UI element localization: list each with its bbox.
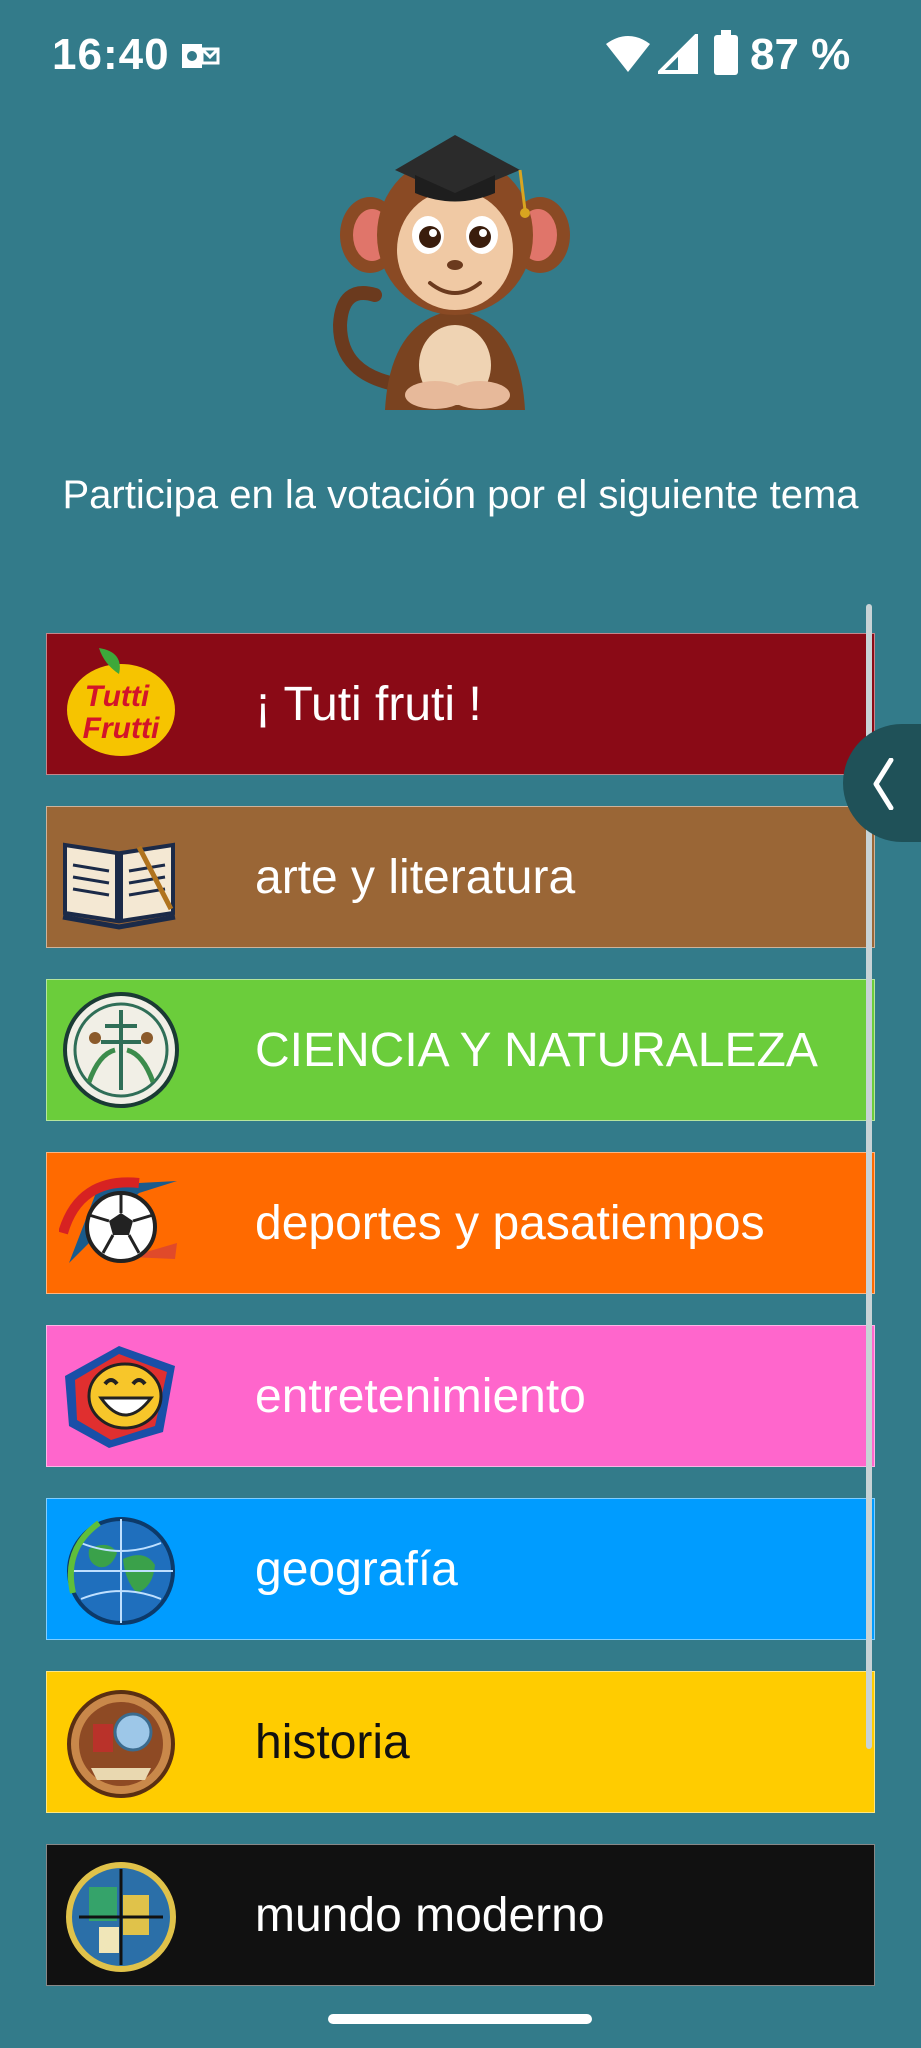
- home-indicator[interactable]: [328, 2014, 592, 2024]
- battery-percentage: 87 %: [750, 30, 851, 79]
- globe-icon: [67, 1517, 175, 1625]
- laughing-face-icon: [65, 1346, 175, 1448]
- topic-arte-y-literatura[interactable]: arte y literatura: [46, 806, 875, 948]
- topic-label: historia: [255, 1716, 410, 1769]
- topic-label: arte y literatura: [255, 851, 576, 904]
- history-icon: [67, 1690, 175, 1798]
- modern-world-icon: [66, 1862, 176, 1972]
- topic-geografia[interactable]: geografía: [46, 1498, 875, 1640]
- status-bar: 16:40 87 %: [0, 0, 921, 112]
- topic-entretenimiento[interactable]: entretenimiento: [46, 1325, 875, 1467]
- soccer-ball-icon: [59, 1177, 177, 1263]
- topic-mundo-moderno[interactable]: mundo moderno: [46, 1844, 875, 1986]
- topic-label: ¡ Tuti fruti !: [255, 678, 482, 731]
- topic-tuti-fruti[interactable]: Tutti Frutti ¡ Tuti fruti !: [46, 633, 875, 775]
- monkey-graduate-mascot: [332, 135, 570, 410]
- open-book-icon: [62, 842, 176, 930]
- vote-prompt-text: Participa en la votación por el siguient…: [62, 473, 859, 517]
- svg-text:Frutti: Frutti: [83, 712, 160, 745]
- cellular-signal-icon: [658, 34, 698, 74]
- topic-historia[interactable]: historia: [46, 1671, 875, 1813]
- topic-label: entretenimiento: [255, 1370, 586, 1423]
- outlook-notification-icon: [182, 44, 220, 68]
- topic-deportes-y-pasatiempos[interactable]: deportes y pasatiempos: [46, 1152, 875, 1294]
- topic-label: mundo moderno: [255, 1889, 605, 1942]
- chevron-left-icon: [873, 758, 894, 810]
- battery-icon: [714, 30, 738, 75]
- topic-label: geografía: [255, 1543, 458, 1596]
- wifi-icon: [606, 36, 650, 72]
- tutti-frutti-icon: Tutti Frutti: [67, 648, 175, 756]
- svg-text:Tutti: Tutti: [85, 680, 150, 713]
- topic-ciencia-y-naturaleza[interactable]: CIENCIA Y NATURALEZA: [46, 979, 875, 1121]
- topic-label: deportes y pasatiempos: [255, 1197, 765, 1250]
- science-nature-icon: [63, 992, 179, 1108]
- topic-list: Tutti Frutti ¡ Tuti fruti ! arte y liter…: [46, 633, 875, 2017]
- topic-label: CIENCIA Y NATURALEZA: [255, 1024, 818, 1077]
- status-time: 16:40: [52, 30, 170, 79]
